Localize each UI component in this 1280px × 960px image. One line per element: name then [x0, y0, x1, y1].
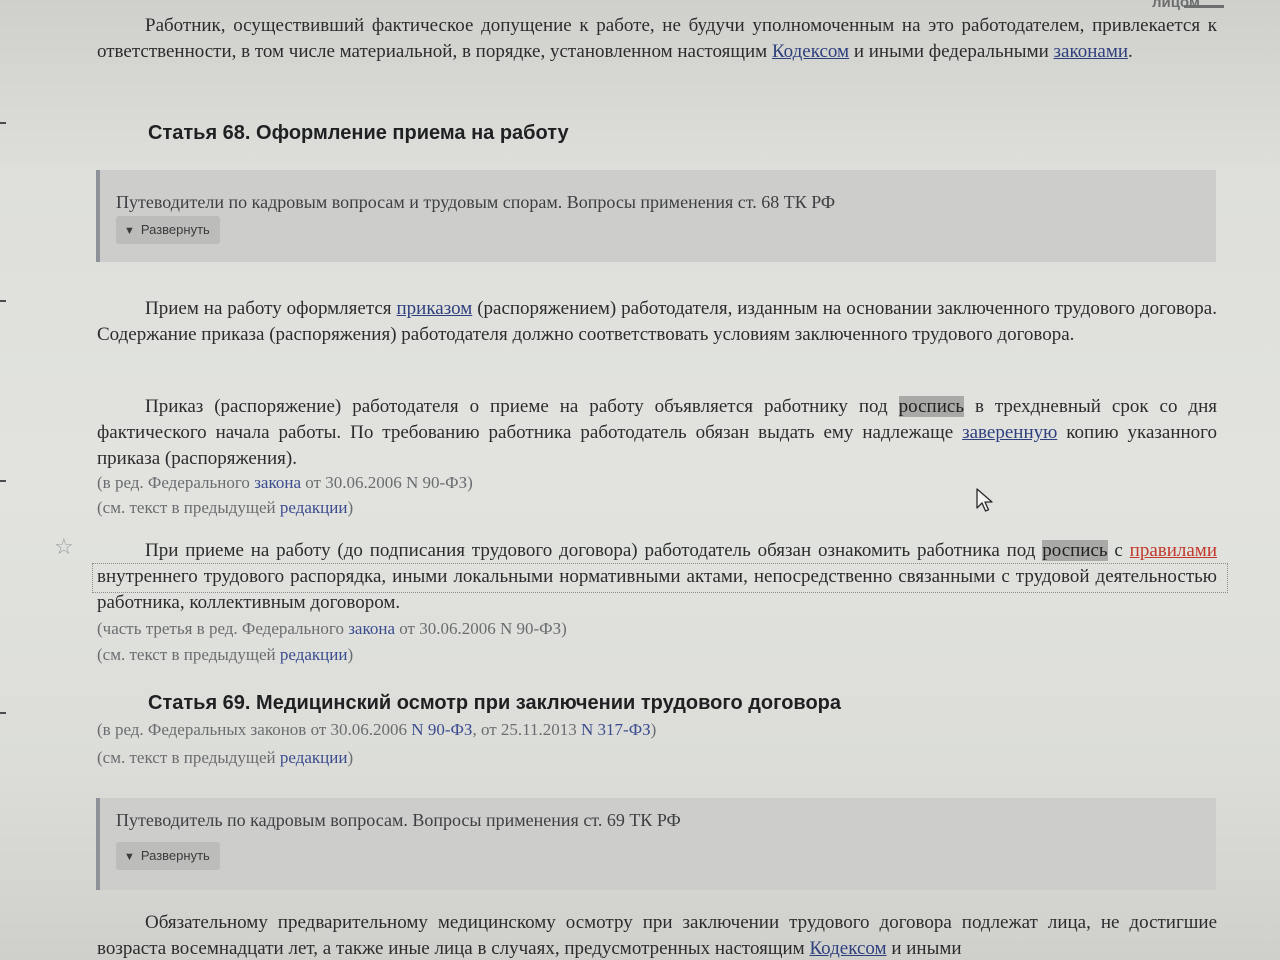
- link-law[interactable]: закона: [348, 619, 395, 638]
- link-rules[interactable]: правилами: [1130, 540, 1217, 561]
- chevron-down-icon: ▼: [124, 225, 135, 237]
- note-text: (см. текст в предыдущей: [97, 645, 280, 664]
- article-69-paragraph-1: Обязательному предварительному медицинск…: [97, 910, 1217, 960]
- paragraph-text: с: [1107, 540, 1130, 561]
- expand-label: Развернуть: [140, 848, 210, 863]
- paragraph-text: Приказ (распоряжение) работодателя о при…: [145, 396, 899, 417]
- revision-note: (см. текст в предыдущей редакции): [97, 643, 353, 667]
- margin-tick: [0, 480, 6, 482]
- link-law-317[interactable]: N 317-ФЗ: [581, 720, 651, 739]
- note-text: ): [347, 498, 354, 517]
- search-highlight: роспись: [898, 396, 964, 417]
- link-revision[interactable]: редакции: [280, 498, 348, 517]
- document-page: лицом Работник, осуществивший фактическо…: [0, 0, 1280, 960]
- revision-note: (см. текст в предыдущей редакции): [97, 496, 353, 520]
- guide-title-68[interactable]: Путеводители по кадровым вопросам и труд…: [116, 192, 835, 213]
- note-text: , от 25.11.2013: [472, 720, 582, 739]
- note-text: (см. текст в предыдущей: [97, 498, 280, 517]
- guide-box-68: Путеводители по кадровым вопросам и труд…: [96, 170, 1216, 262]
- link-certified[interactable]: заверенную: [962, 422, 1057, 443]
- article-69-heading: Статья 69. Медицинский осмотр при заключ…: [148, 692, 841, 714]
- note-text: (часть третья в ред. Федерального: [97, 619, 349, 638]
- link-codex[interactable]: Кодексом: [809, 938, 886, 959]
- guide-title-69[interactable]: Путеводитель по кадровым вопросам. Вопро…: [116, 810, 681, 831]
- paragraph-text: и иными: [886, 938, 962, 959]
- note-text: от 30.06.2006 N 90-ФЗ): [301, 473, 473, 492]
- link-law-90[interactable]: N 90-ФЗ: [411, 720, 472, 739]
- mouse-cursor-icon: [976, 488, 993, 512]
- margin-tick: [0, 122, 6, 124]
- margin-tick: [0, 300, 6, 302]
- note-text: ): [347, 748, 354, 767]
- guide-box-69: Путеводитель по кадровым вопросам. Вопро…: [96, 798, 1216, 890]
- note-text: от 30.06.2006 N 90-ФЗ): [395, 619, 567, 638]
- paragraph-text: .: [1128, 41, 1133, 62]
- note-text: (в ред. Федерального: [97, 473, 255, 492]
- article-68-paragraph-3[interactable]: При приеме на работу (до подписания труд…: [97, 538, 1217, 616]
- link-revision[interactable]: редакции: [280, 748, 348, 767]
- expand-button-68[interactable]: ▼ Развернуть: [116, 216, 220, 244]
- expand-label: Развернуть: [140, 222, 210, 237]
- article-68-paragraph-1: Прием на работу оформляется приказом (ра…: [97, 296, 1217, 348]
- paragraph-text: Обязательному предварительному медицинск…: [97, 912, 1217, 959]
- article-68-heading: Статья 68. Оформление приема на работу: [148, 122, 569, 144]
- bookmark-star-icon[interactable]: ☆: [54, 535, 74, 560]
- revision-note: (в ред. Федеральных законов от 30.06.200…: [97, 718, 656, 742]
- expand-button-69[interactable]: ▼ Развернуть: [116, 842, 220, 870]
- paragraph-intro: Работник, осуществивший фактическое допу…: [97, 13, 1217, 65]
- note-text: ): [347, 645, 354, 664]
- revision-note: (см. текст в предыдущей редакции): [97, 746, 353, 770]
- paragraph-text: При приеме на работу (до подписания труд…: [145, 540, 1043, 561]
- link-laws[interactable]: законами: [1054, 41, 1129, 62]
- divider: [1184, 5, 1224, 8]
- paragraph-text: внутреннего трудового распорядка, иными …: [97, 566, 1217, 613]
- link-revision[interactable]: редакции: [280, 645, 348, 664]
- paragraph-text: Прием на работу оформляется: [145, 298, 397, 319]
- link-law[interactable]: закона: [254, 473, 301, 492]
- chevron-down-icon: ▼: [124, 851, 135, 863]
- note-text: (см. текст в предыдущей: [97, 748, 280, 767]
- article-68-paragraph-2: Приказ (распоряжение) работодателя о при…: [97, 394, 1217, 472]
- link-order[interactable]: приказом: [396, 298, 472, 319]
- note-text: (в ред. Федеральных законов от 30.06.200…: [97, 720, 412, 739]
- revision-note: (часть третья в ред. Федерального закона…: [97, 617, 567, 641]
- link-codex[interactable]: Кодексом: [772, 41, 849, 62]
- paragraph-text: и иными федеральными: [849, 41, 1054, 62]
- margin-tick: [0, 712, 6, 714]
- note-text: ): [650, 720, 657, 739]
- revision-note: (в ред. Федерального закона от 30.06.200…: [97, 471, 473, 495]
- search-highlight: роспись: [1042, 540, 1108, 561]
